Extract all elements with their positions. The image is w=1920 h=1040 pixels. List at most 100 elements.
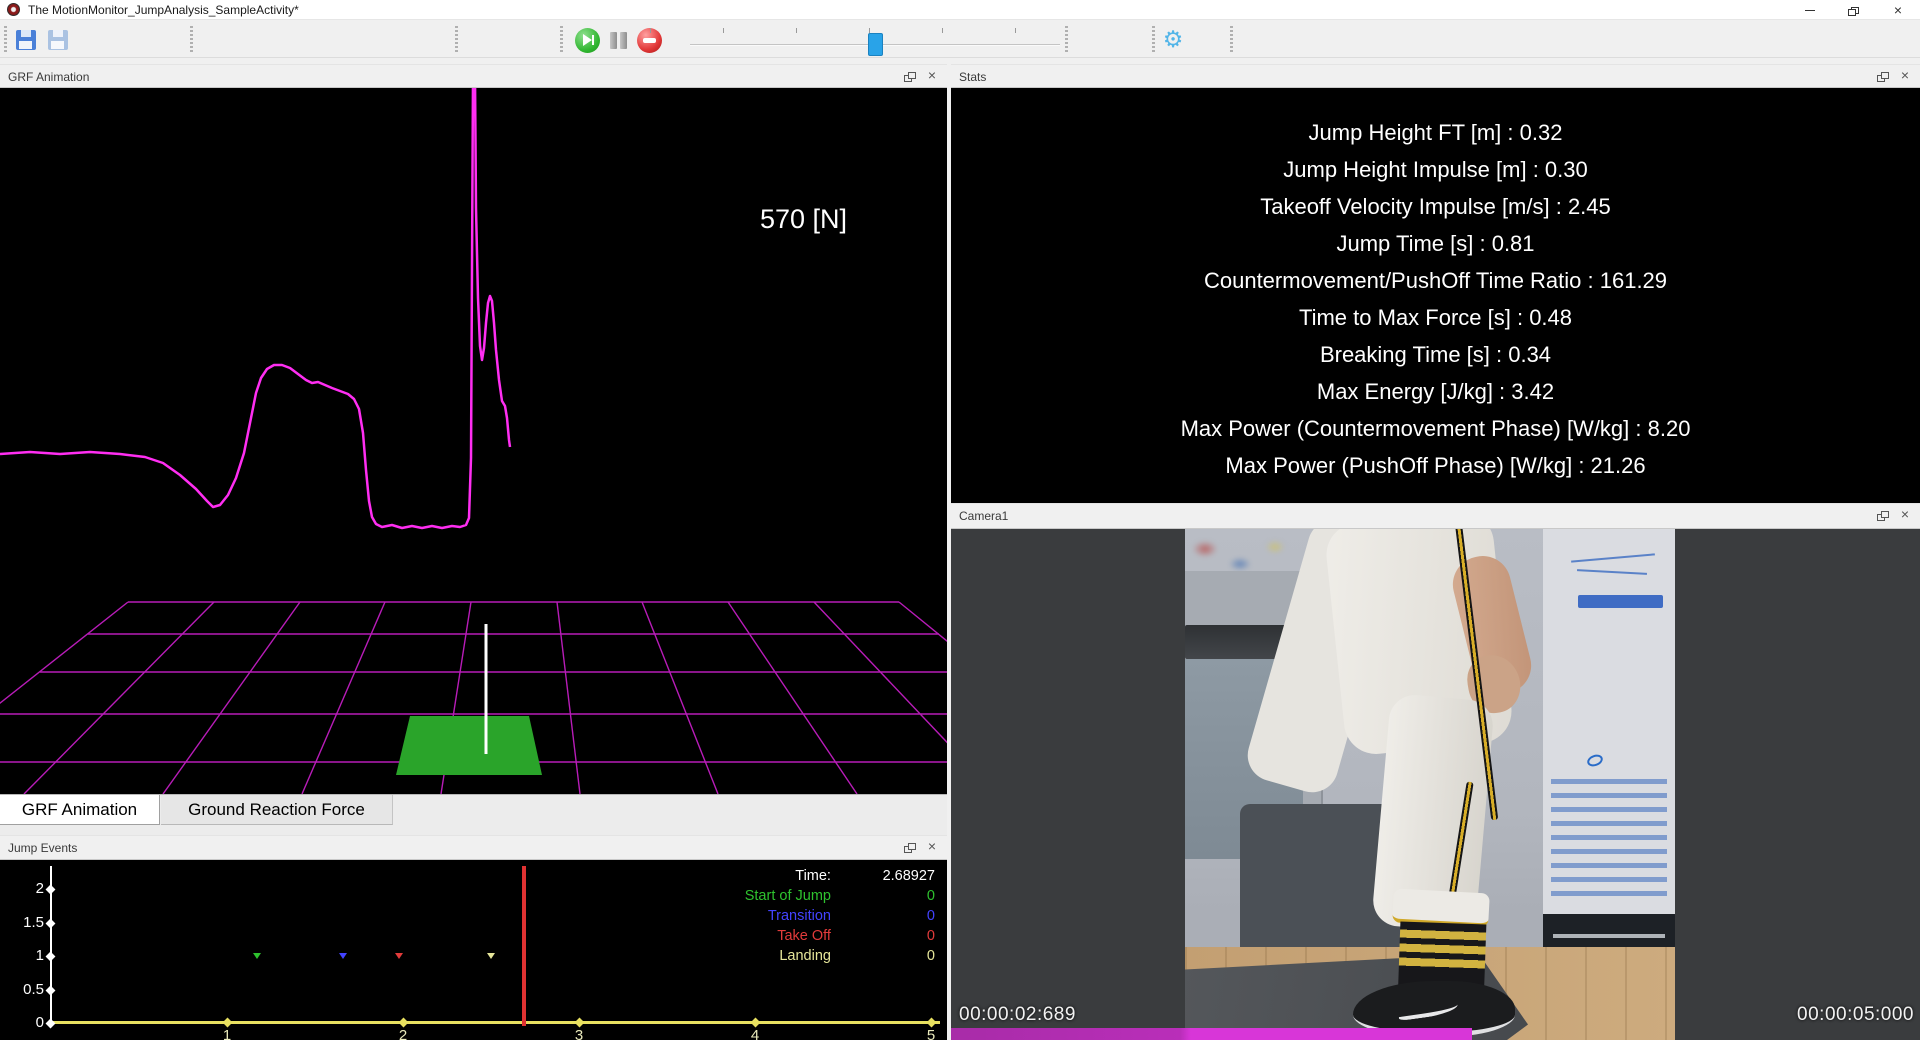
close-panel-button[interactable]: × xyxy=(925,67,939,85)
close-icon: × xyxy=(1894,2,1902,18)
play-button[interactable] xyxy=(573,26,601,54)
force-plate-quad xyxy=(396,716,542,775)
float-panel-button[interactable] xyxy=(904,72,917,83)
jump-events-panel-title: Jump Events xyxy=(8,841,77,855)
close-panel-button[interactable]: × xyxy=(1898,506,1912,524)
y-tick xyxy=(46,985,56,995)
toolbar-grip[interactable] xyxy=(560,26,563,52)
camera-panel-header: Camera1 × xyxy=(951,503,1920,529)
settings-button[interactable]: ⚙ xyxy=(1158,25,1188,55)
tab-ground-reaction-force[interactable]: Ground Reaction Force xyxy=(161,795,393,825)
pause-button[interactable] xyxy=(604,26,632,54)
jump-events-panel-header: Jump Events × xyxy=(0,835,947,860)
x-tick-label: 4 xyxy=(740,1027,770,1040)
y-tick xyxy=(46,885,56,895)
close-panel-button[interactable]: × xyxy=(925,838,939,856)
save-button[interactable] xyxy=(12,26,40,54)
legend-row-time: Time: 2.68927 xyxy=(635,868,935,888)
toolbar-grip[interactable] xyxy=(455,26,458,52)
stats-list: Jump Height FT [m] : 0.32 Jump Height Im… xyxy=(951,88,1920,503)
float-panel-button[interactable] xyxy=(904,843,917,854)
close-panel-button[interactable]: × xyxy=(1898,67,1912,85)
y-tick-label: 0 xyxy=(6,1014,44,1031)
jump-events-legend: Time: 2.68927 Start of Jump 0 Transition… xyxy=(635,868,935,968)
legend-row-transition: Transition 0 xyxy=(635,908,935,928)
toolbar-grip[interactable] xyxy=(1065,26,1068,52)
save-icon xyxy=(16,30,36,50)
close-window-button[interactable]: × xyxy=(1876,0,1920,20)
x-tick-label: 2 xyxy=(388,1027,418,1040)
x-tick xyxy=(399,1018,409,1028)
stat-jump-height-ft: Jump Height FT [m] : 0.32 xyxy=(951,114,1920,151)
x-tick-label: 3 xyxy=(564,1027,594,1040)
app-icon xyxy=(7,3,20,16)
close-icon: × xyxy=(1901,506,1909,522)
jump-events-chart: 0 0.5 1 1.5 2 1 2 3 4 5 Time: 2.68927 Start of Ju… xyxy=(0,860,947,1040)
toolbar-grip[interactable] xyxy=(190,26,193,52)
save-as-button[interactable] xyxy=(44,26,72,54)
toolbar-grip[interactable] xyxy=(1230,26,1233,52)
x-tick-label: 5 xyxy=(916,1027,946,1040)
minimize-icon xyxy=(1805,10,1815,11)
grf-tab-bar: GRF Animation Ground Reaction Force xyxy=(0,794,947,835)
legend-row-take-off: Take Off 0 xyxy=(635,928,935,948)
grf-panel-header: GRF Animation × xyxy=(0,64,947,88)
x-tick xyxy=(927,1018,937,1028)
stat-max-energy: Max Energy [J/kg] : 3.42 xyxy=(951,373,1920,410)
restore-button[interactable] xyxy=(1832,0,1876,20)
y-tick-label: 1 xyxy=(6,947,44,964)
stat-jump-time: Jump Time [s] : 0.81 xyxy=(951,225,1920,262)
event-marker-transition xyxy=(339,953,347,959)
timeline-slider-handle[interactable] xyxy=(868,33,883,56)
grf-3d-scene xyxy=(0,88,947,794)
shoe-swoosh xyxy=(1397,999,1458,1021)
toolbar-grip[interactable] xyxy=(1152,26,1155,52)
gear-icon: ⚙ xyxy=(1163,26,1184,52)
grf-panel-title: GRF Animation xyxy=(8,70,89,84)
total-timestamp: 00:00:05:000 xyxy=(1797,1004,1914,1026)
stat-jump-height-impulse: Jump Height Impulse [m] : 0.30 xyxy=(951,151,1920,188)
window-titlebar: The MotionMonitor_JumpAnalysis_SampleAct… xyxy=(0,0,1920,20)
y-tick xyxy=(46,952,56,962)
float-panel-button[interactable] xyxy=(1877,72,1890,83)
camera-video-frame xyxy=(1185,529,1675,1040)
video-progress-bar[interactable] xyxy=(951,1028,1472,1040)
y-tick-label: 1.5 xyxy=(6,914,44,931)
grf-animation-view: 570 [N] xyxy=(0,88,947,794)
x-tick xyxy=(751,1018,761,1028)
camera-panel-title: Camera1 xyxy=(959,509,1008,523)
stat-max-power-pushoff: Max Power (PushOff Phase) [W/kg] : 21.26 xyxy=(951,447,1920,484)
y-tick xyxy=(46,918,56,928)
event-marker-take-off xyxy=(395,953,403,959)
event-marker-landing xyxy=(487,953,495,959)
y-tick-label: 2 xyxy=(6,880,44,897)
timeline-slider-ticks xyxy=(650,28,1032,33)
legend-row-start-of-jump: Start of Jump 0 xyxy=(635,888,935,908)
force-value-label: 570 [N] xyxy=(760,204,847,235)
close-icon: × xyxy=(928,838,936,854)
stats-panel-header: Stats × xyxy=(951,64,1920,88)
pause-icon xyxy=(610,32,617,49)
y-tick-label: 0.5 xyxy=(6,981,44,998)
window-title: The MotionMonitor_JumpAnalysis_SampleAct… xyxy=(28,3,299,17)
stat-cm-pushoff-ratio: Countermovement/PushOff Time Ratio : 161… xyxy=(951,262,1920,299)
stat-breaking-time: Breaking Time [s] : 0.34 xyxy=(951,336,1920,373)
x-tick-label: 1 xyxy=(212,1027,242,1040)
stats-panel-title: Stats xyxy=(959,70,986,84)
current-timestamp: 00:00:02:689 xyxy=(959,1004,1076,1026)
toolbar-grip[interactable] xyxy=(4,26,7,52)
stat-max-power-cm: Max Power (Countermovement Phase) [W/kg]… xyxy=(951,410,1920,447)
current-time-cursor[interactable] xyxy=(522,866,526,1026)
close-icon: × xyxy=(928,67,936,83)
camera-view: 00:00:02:689 00:00:05:000 xyxy=(951,529,1920,1040)
float-panel-button[interactable] xyxy=(1877,511,1890,522)
x-tick xyxy=(223,1018,233,1028)
tab-grf-animation[interactable]: GRF Animation xyxy=(0,795,160,825)
event-marker-start-of-jump xyxy=(253,953,261,959)
stat-time-to-max-force: Time to Max Force [s] : 0.48 xyxy=(951,299,1920,336)
poster-logo xyxy=(1586,753,1605,769)
stat-takeoff-velocity: Takeoff Velocity Impulse [m/s] : 2.45 xyxy=(951,188,1920,225)
minimize-button[interactable] xyxy=(1788,0,1832,20)
x-axis xyxy=(48,1021,940,1024)
legend-row-landing: Landing 0 xyxy=(635,948,935,968)
